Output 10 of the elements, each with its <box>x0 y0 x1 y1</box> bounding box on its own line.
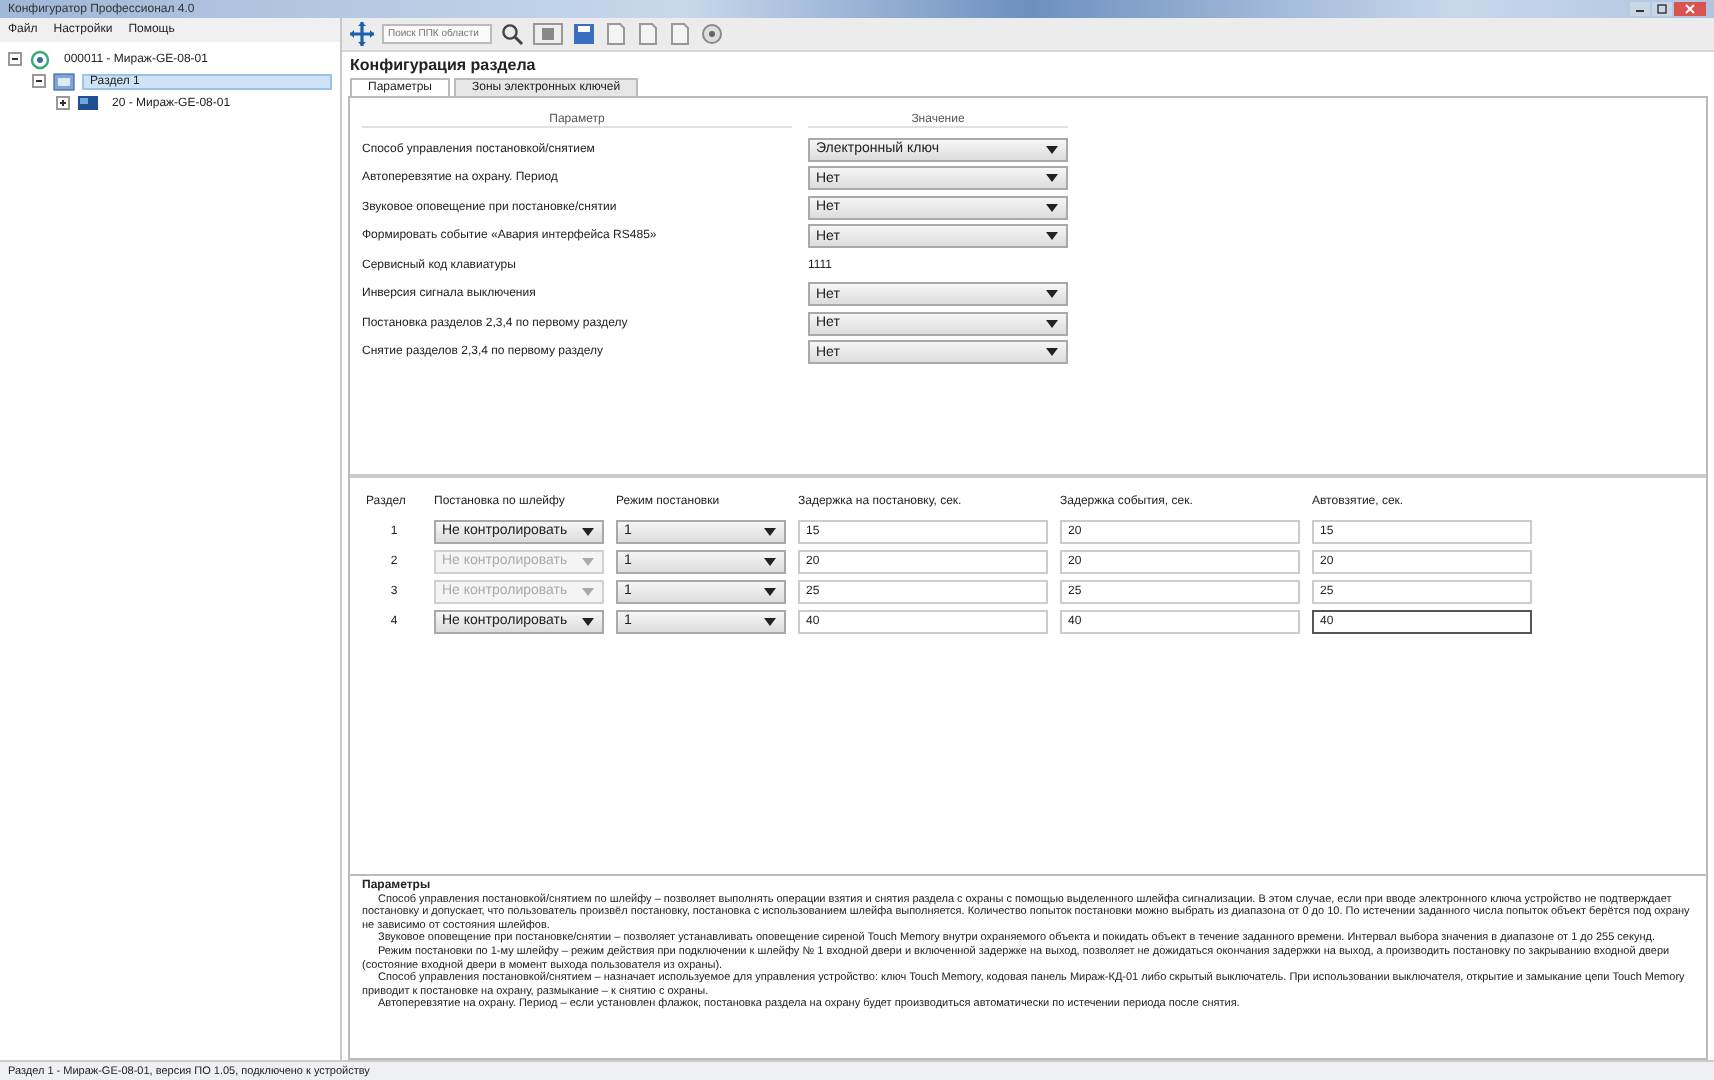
search-icon <box>500 22 524 46</box>
close-icon <box>1674 2 1706 16</box>
device-icon <box>76 91 100 115</box>
minimize-icon <box>1630 2 1650 16</box>
save-icon <box>572 22 596 46</box>
folder-icon <box>52 69 76 93</box>
move-icon <box>350 22 374 46</box>
section-heading: Конфигурация раздела <box>350 56 538 74</box>
network-icon <box>28 47 52 71</box>
maximize-icon <box>1652 2 1672 16</box>
